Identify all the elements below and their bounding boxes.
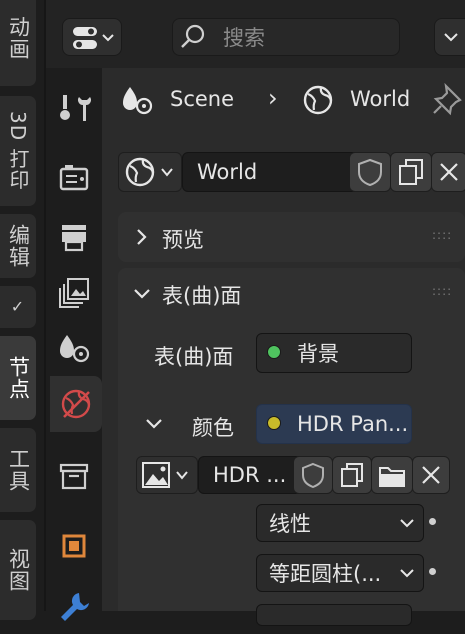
keyframe-dot[interactable] — [429, 568, 436, 575]
image-duplicate-button[interactable] — [332, 456, 372, 494]
world-name-field[interactable]: World — [182, 152, 364, 192]
wrench-icon — [61, 593, 89, 621]
shield-icon — [358, 158, 382, 187]
vtab-edit[interactable]: 编辑 — [0, 214, 36, 278]
tab-output[interactable] — [46, 208, 102, 264]
breadcrumb: Scene › World — [120, 82, 450, 118]
interpolation-dropdown[interactable]: 线性 — [256, 504, 424, 542]
search-placeholder: 搜索 — [223, 26, 265, 50]
chevron-down-icon — [400, 569, 414, 578]
duplicate-icon — [399, 159, 423, 185]
output-printer-icon — [62, 225, 86, 252]
color-socket-dot — [267, 416, 281, 430]
duplicate-icon — [341, 463, 363, 487]
vtab-label: 节点 — [6, 356, 31, 400]
next-dropdown-partial[interactable] — [256, 604, 412, 626]
scene-icon — [60, 335, 90, 363]
close-icon — [422, 466, 440, 484]
image-unlink-button[interactable] — [412, 456, 450, 494]
options-dropdown[interactable] — [434, 18, 465, 56]
world-icon — [61, 389, 91, 419]
scene-icon — [123, 87, 153, 115]
world-icon — [125, 157, 173, 187]
surface-panel-title[interactable]: 表(曲)面 — [162, 280, 241, 310]
world-name: World — [197, 160, 258, 184]
interpolation-value: 线性 — [269, 512, 311, 536]
properties-header: 搜索 — [46, 0, 465, 68]
editor-vertical-tabs: 动画 3D 打印 编辑 ✓ 节点 工具 视图 — [0, 0, 44, 620]
pin-icon[interactable] — [432, 82, 465, 116]
tab-tool[interactable] — [46, 80, 102, 136]
object-icon — [62, 534, 86, 558]
color-input-selector[interactable]: HDR Pan... — [256, 404, 412, 444]
preview-title: 预览 — [162, 228, 204, 252]
image-name: HDR ... — [213, 463, 287, 487]
breadcrumb-world[interactable]: World — [350, 87, 410, 111]
tab-render[interactable] — [46, 150, 102, 206]
world-icon — [303, 85, 333, 115]
unlink-button[interactable] — [431, 152, 465, 192]
surface-panel: 表(曲)面 :::: 表(曲)面 背景 颜色 HDR Pan... HDR ..… — [118, 268, 465, 626]
breadcrumb-scene[interactable]: Scene — [170, 87, 234, 111]
world-browse-button[interactable] — [118, 152, 182, 192]
image-name-field[interactable]: HDR ... — [198, 456, 308, 494]
surface-value: 背景 — [297, 342, 339, 366]
tab-scene[interactable] — [46, 320, 102, 376]
vtab-animation[interactable]: 动画 — [0, 0, 36, 86]
tab-collection[interactable] — [46, 448, 102, 504]
vtab-label: 工具 — [6, 448, 31, 492]
image-icon — [142, 462, 188, 488]
tab-view-layer[interactable] — [46, 264, 102, 320]
collection-box-icon — [59, 463, 89, 490]
chevron-down-icon[interactable] — [142, 414, 166, 434]
editor-type-icon — [73, 27, 114, 49]
fake-user-button[interactable] — [349, 152, 391, 192]
folder-icon — [379, 467, 405, 487]
vtab-view[interactable]: 视图 — [0, 520, 36, 620]
render-camera-icon — [59, 165, 89, 191]
tab-modifiers[interactable] — [46, 578, 102, 634]
search-field[interactable]: 搜索 — [172, 18, 400, 56]
chevron-down-icon — [400, 519, 414, 528]
close-icon — [440, 163, 458, 181]
preview-panel[interactable]: 预览 :::: — [118, 212, 465, 262]
chevron-right-icon — [137, 229, 147, 245]
image-fake-user-button[interactable] — [293, 456, 333, 494]
vtab-label: 视图 — [6, 548, 31, 592]
tool-icon — [60, 95, 91, 121]
vtab-3d-print[interactable]: 3D 打印 — [0, 96, 36, 206]
view-layer-icon — [59, 278, 89, 308]
chevron-down-icon[interactable] — [130, 284, 154, 304]
vtab-node[interactable]: 节点 — [0, 336, 36, 420]
vtab-label: ✓ — [10, 297, 26, 316]
vtab-label: 动画 — [6, 16, 31, 60]
tab-object[interactable] — [46, 518, 102, 574]
open-image-button[interactable] — [371, 456, 413, 494]
drag-handle-icon[interactable]: :::: — [432, 228, 452, 242]
surface-shader-selector[interactable]: 背景 — [256, 333, 412, 373]
projection-value: 等距圆柱(... — [269, 562, 382, 586]
duplicate-button[interactable] — [390, 152, 432, 192]
keyframe-dot[interactable] — [429, 518, 436, 525]
search-icon — [181, 24, 205, 48]
drag-handle-icon[interactable]: :::: — [432, 284, 452, 298]
surface-label: 表(曲)面 — [154, 345, 234, 369]
shield-icon — [302, 462, 324, 489]
shader-socket-dot — [267, 345, 281, 359]
image-browse-button[interactable] — [136, 456, 198, 494]
properties-tabs — [46, 68, 102, 621]
vtab-tool[interactable]: 工具 — [0, 428, 36, 512]
vtab-label: 编辑 — [6, 224, 31, 268]
chevron-down-icon — [444, 33, 458, 42]
color-value: HDR Pan... — [297, 412, 409, 436]
vtab-check[interactable]: ✓ — [0, 286, 36, 328]
properties-main: Scene › World World 预览:::: 表(曲)面:::: 表… — [102, 68, 465, 626]
color-label: 颜色 — [192, 416, 234, 440]
vtab-label: 3D 打印 — [6, 111, 30, 191]
breadcrumb-separator: › — [268, 84, 278, 112]
editor-type-button[interactable] — [62, 18, 122, 56]
projection-dropdown[interactable]: 等距圆柱(... — [256, 554, 424, 592]
tab-world[interactable] — [50, 376, 102, 432]
